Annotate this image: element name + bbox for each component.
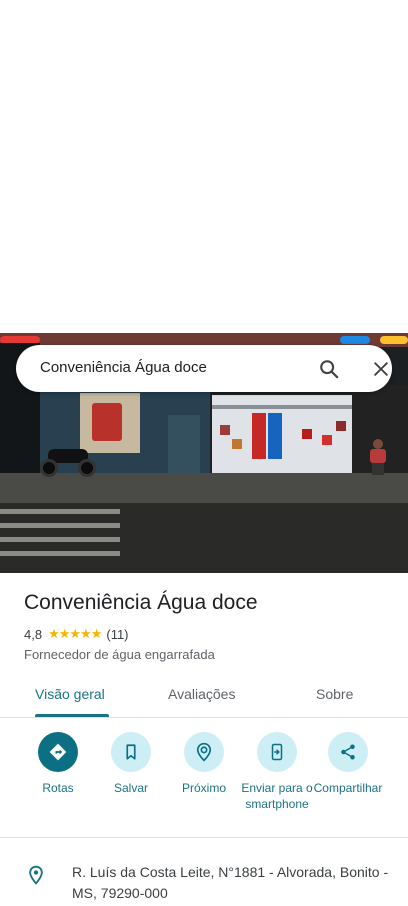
place-category[interactable]: Fornecedor de água engarrafada [24, 647, 215, 662]
directions-label: Rotas [42, 781, 74, 795]
search-icon [320, 360, 339, 379]
send-to-phone-button[interactable]: Enviar para o smartphone [239, 732, 315, 812]
search-button[interactable] [316, 356, 342, 382]
send-to-phone-label: Enviar para o smartphone [241, 781, 313, 811]
save-button[interactable]: Salvar [93, 732, 169, 796]
address-text: R. Luís da Costa Leite, N°1881 - Alvorad… [72, 864, 389, 901]
tab-bar: Visão geral Avaliações Sobre [0, 674, 408, 718]
close-button[interactable] [368, 356, 394, 382]
search-query[interactable]: Conveniência Água doce [40, 359, 207, 376]
rating-value: 4,8 [24, 626, 43, 642]
motorcycle [40, 445, 96, 477]
nearby-button[interactable]: Próximo [166, 732, 242, 796]
place-page: Conveniência Água doce Conveniência Água… [0, 0, 408, 906]
tab-about[interactable]: Sobre [316, 686, 353, 702]
active-tab-indicator [35, 714, 109, 717]
place-title: Conveniência Água doce [24, 591, 258, 614]
star-rating: ★★★★★ [48, 626, 102, 641]
save-label: Salvar [113, 781, 148, 795]
send-to-phone-icon [271, 743, 283, 761]
search-bar[interactable]: Conveniência Água doce [16, 345, 392, 392]
rating-row[interactable]: 4,8 ★★★★★ (11) [24, 626, 129, 642]
close-icon [374, 362, 388, 376]
share-label: Compartilhar [313, 781, 383, 795]
action-row: Rotas Salvar Próximo Enviar para o smart… [0, 730, 408, 838]
share-icon [341, 744, 355, 760]
address-row[interactable]: R. Luís da Costa Leite, N°1881 - Alvorad… [0, 850, 408, 906]
person [368, 439, 388, 475]
tab-reviews[interactable]: Avaliações [168, 686, 235, 702]
tab-overview[interactable]: Visão geral [35, 686, 105, 702]
nearby-label: Próximo [181, 781, 226, 795]
share-button[interactable]: Compartilhar [311, 732, 385, 796]
nearby-icon [196, 742, 212, 762]
review-count[interactable]: (11) [106, 627, 128, 642]
bookmark-icon [126, 744, 136, 760]
storefront [212, 395, 352, 475]
directions-button[interactable]: Rotas [20, 732, 96, 796]
location-pin-icon [29, 865, 43, 885]
directions-icon [49, 743, 67, 761]
